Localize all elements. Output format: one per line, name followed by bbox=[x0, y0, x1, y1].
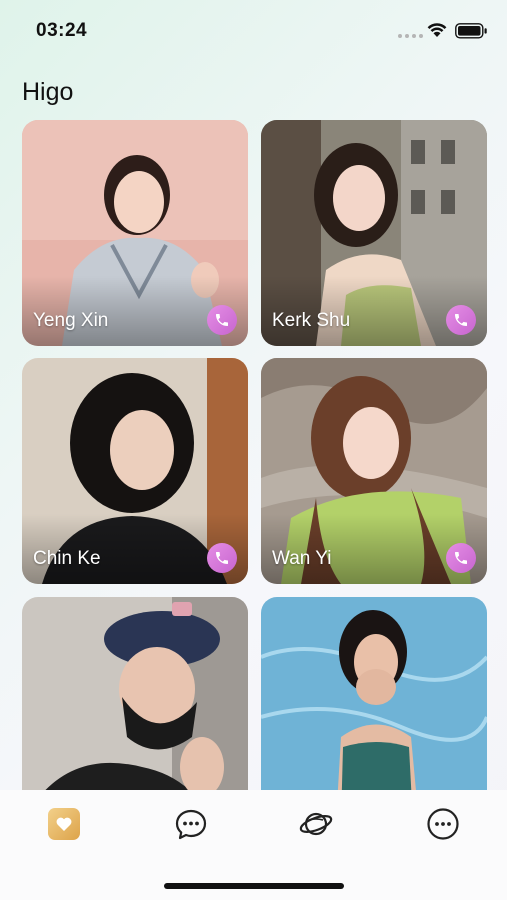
signal-icon bbox=[398, 34, 423, 38]
profile-card[interactable] bbox=[22, 597, 248, 790]
battery-icon bbox=[455, 23, 487, 39]
chat-bubble-icon bbox=[175, 809, 207, 840]
tab-discover[interactable] bbox=[298, 806, 334, 842]
more-circle-icon bbox=[427, 808, 459, 840]
profile-card[interactable]: Wan Yi bbox=[261, 358, 487, 584]
phone-icon bbox=[455, 314, 467, 326]
phone-icon bbox=[216, 552, 228, 564]
profile-name: Yeng Xin bbox=[33, 310, 109, 331]
call-button[interactable] bbox=[446, 305, 476, 335]
profile-photo bbox=[22, 597, 248, 790]
status-time: 03:24 bbox=[36, 20, 88, 41]
tab-home[interactable] bbox=[46, 806, 82, 842]
profile-photo bbox=[261, 597, 487, 790]
tab-profile[interactable] bbox=[425, 806, 461, 842]
profile-card[interactable] bbox=[261, 597, 487, 790]
wifi-icon bbox=[427, 23, 447, 37]
heart-icon bbox=[48, 808, 80, 840]
profile-grid: Yeng Xin Kerk Shu Chin Ke Wan Yi bbox=[22, 120, 487, 790]
profile-card[interactable]: Kerk Shu bbox=[261, 120, 487, 346]
page-title: Higo bbox=[22, 78, 74, 106]
profile-card[interactable]: Chin Ke bbox=[22, 358, 248, 584]
call-button[interactable] bbox=[446, 543, 476, 573]
status-bar: 03:24 bbox=[0, 0, 507, 60]
phone-icon bbox=[455, 552, 467, 564]
profile-name: Wan Yi bbox=[272, 548, 332, 569]
planet-icon bbox=[299, 812, 333, 836]
call-button[interactable] bbox=[207, 543, 237, 573]
profile-name: Kerk Shu bbox=[272, 310, 351, 331]
profile-card[interactable]: Yeng Xin bbox=[22, 120, 248, 346]
tab-messages[interactable] bbox=[173, 806, 209, 842]
call-button[interactable] bbox=[207, 305, 237, 335]
home-indicator bbox=[164, 883, 344, 889]
phone-icon bbox=[216, 314, 228, 326]
profile-name: Chin Ke bbox=[33, 548, 101, 569]
